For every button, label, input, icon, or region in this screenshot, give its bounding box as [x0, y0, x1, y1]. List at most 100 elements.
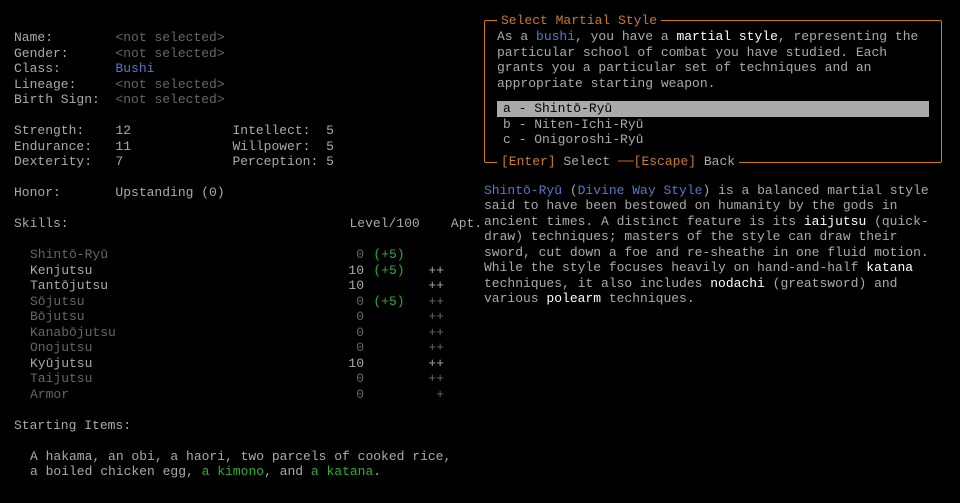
- skill-row: Bōjutsu0 ++: [14, 309, 474, 325]
- birth-label: Birth Sign:: [14, 92, 100, 108]
- skill-row: Shintō-Ryū0(+5): [14, 247, 474, 263]
- lineage-label: Lineage:: [14, 77, 76, 93]
- skill-row: Kyūjutsu10 ++: [14, 356, 474, 372]
- class-value: Bushi: [115, 61, 154, 76]
- skill-apt: ++: [414, 325, 444, 341]
- skill-row: Kanabōjutsu0 ++: [14, 325, 474, 341]
- starting-item-katana: a katana: [311, 464, 373, 479]
- skills-list: Shintō-Ryū0(+5)Kenjutsu10(+5)++Tantōjuts…: [14, 247, 474, 402]
- skill-row: Onojutsu0++: [14, 340, 474, 356]
- stat-right-val-2: 5: [326, 154, 334, 169]
- stat-row-2: Dexterity: 7 Perception: 5: [14, 154, 474, 170]
- intro-class: bushi: [536, 29, 575, 44]
- stat-row-0: Strength: 12 Intellect: 5: [14, 123, 474, 139]
- box-intro: As a bushi, you have a martial style, re…: [497, 29, 929, 91]
- skill-apt: ++: [414, 309, 444, 325]
- intro-bold: martial style: [676, 29, 777, 44]
- honor-row: Honor: Upstanding (0): [14, 185, 474, 201]
- desc-subtitle: Divine Way Style: [578, 183, 703, 198]
- class-row: Class: Bushi: [14, 61, 474, 77]
- starting-items: A hakama, an obi, a haori, two parcels o…: [14, 449, 454, 480]
- lineage-value: <not selected>: [115, 77, 224, 92]
- footer-enter[interactable]: [Enter]: [501, 154, 556, 169]
- skill-apt: ++: [414, 371, 444, 387]
- skill-bonus: [364, 309, 414, 325]
- lineage-row: Lineage: <not selected>: [14, 77, 474, 93]
- skill-name: Kanabōjutsu: [14, 325, 324, 341]
- style-description: Shintō-Ryū (Divine Way Style) is a balan…: [484, 183, 942, 307]
- skill-level: 0: [324, 294, 364, 310]
- skill-level: 0: [324, 247, 364, 263]
- starting-mid: , and: [264, 464, 311, 479]
- skill-row: Sōjutsu0(+5)++: [14, 294, 474, 310]
- skill-row: Kenjutsu10(+5)++: [14, 263, 474, 279]
- stat-right-label-1: Willpower:: [232, 139, 310, 154]
- skill-level: 10: [324, 356, 364, 372]
- name-label: Name:: [14, 30, 53, 46]
- skill-row: Armor0+: [14, 387, 474, 403]
- skill-row: Taijutsu0 ++: [14, 371, 474, 387]
- stat-left-val-2: 7: [115, 154, 123, 169]
- birth-value: <not selected>: [115, 92, 224, 107]
- skill-bonus: [364, 278, 414, 294]
- skill-apt: ++: [414, 278, 444, 294]
- starting-item-kimono: a kimono: [202, 464, 264, 479]
- stat-left-label-0: Strength:: [14, 123, 84, 138]
- footer-escape[interactable]: [Escape]: [634, 154, 696, 169]
- desc-w3: nodachi: [710, 276, 765, 291]
- style-option-c[interactable]: c - Onigoroshi-Ryū: [497, 132, 929, 148]
- box-footer: [Enter] Select ──[Escape] Back: [497, 154, 739, 170]
- intro-pre: As a: [497, 29, 536, 44]
- skill-level: 0: [324, 371, 364, 387]
- skills-header-row: Skills: Level/100 Apt.: [14, 216, 474, 232]
- skill-bonus: [364, 371, 414, 387]
- skill-name: Bōjutsu: [14, 309, 324, 325]
- stat-right-label-0: Intellect:: [232, 123, 310, 138]
- skill-name: Armor: [14, 387, 324, 403]
- desc-t5: techniques.: [601, 291, 695, 306]
- style-option-a[interactable]: a - Shintō-Ryū: [497, 101, 929, 117]
- stat-left-val-0: 12: [115, 123, 131, 138]
- skill-bonus: [364, 325, 414, 341]
- gender-value: <not selected>: [115, 46, 224, 61]
- skill-bonus: (+5): [364, 247, 414, 263]
- character-sheet: Name: <not selected> Gender: <not select…: [14, 30, 474, 480]
- skill-name: Onojutsu: [14, 340, 324, 356]
- starting-post: .: [373, 464, 381, 479]
- stat-left-label-2: Dexterity:: [14, 154, 92, 169]
- skill-level: 10: [324, 278, 364, 294]
- skill-bonus: [364, 340, 414, 356]
- skill-name: Taijutsu: [14, 371, 324, 387]
- skill-name: Shintō-Ryū: [14, 247, 324, 263]
- skill-apt: ++: [414, 294, 444, 310]
- class-label: Class:: [14, 61, 61, 77]
- skills-col-level: Level/100: [349, 216, 419, 231]
- skill-row: Tantōjutsu10 ++: [14, 278, 474, 294]
- starting-header: Starting Items:: [14, 418, 474, 434]
- skill-apt: ++: [414, 356, 444, 372]
- skills-col-apt: Apt.: [451, 216, 482, 231]
- skill-name: Kyūjutsu: [14, 356, 324, 372]
- footer-select: Select: [556, 154, 618, 169]
- skill-level: 0: [324, 309, 364, 325]
- style-menu: a - Shintō-Ryūb - Niten-Ichi-Ryūc - Onig…: [497, 101, 929, 148]
- footer-dash: ──: [618, 154, 634, 169]
- stat-right-val-1: 5: [326, 139, 334, 154]
- skill-apt: [414, 247, 444, 263]
- skill-name: Tantōjutsu: [14, 278, 324, 294]
- birth-row: Birth Sign: <not selected>: [14, 92, 474, 108]
- skill-bonus: [364, 356, 414, 372]
- right-panel: Select Martial Style As a bushi, you hav…: [484, 20, 942, 307]
- desc-po: (: [562, 183, 578, 198]
- skill-name: Sōjutsu: [14, 294, 324, 310]
- desc-t3: techniques, it also includes: [484, 276, 710, 291]
- name-value: <not selected>: [115, 30, 224, 45]
- skill-apt: +: [414, 387, 444, 403]
- skills-label: Skills:: [14, 216, 69, 231]
- skill-level: 0: [324, 325, 364, 341]
- footer-back: Back: [696, 154, 735, 169]
- stat-right-val-0: 5: [326, 123, 334, 138]
- intro-mid: , you have a: [575, 29, 676, 44]
- name-row: Name: <not selected>: [14, 30, 474, 46]
- style-option-b[interactable]: b - Niten-Ichi-Ryū: [497, 117, 929, 133]
